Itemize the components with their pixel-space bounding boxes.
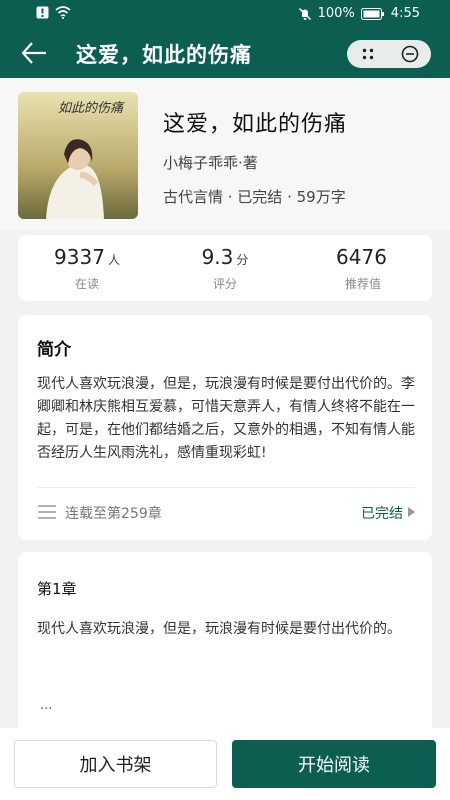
intro-card: 简介 现代人喜欢玩浪漫，但是，玩浪漫有时候是要付出代价的。李卿卿和林庆熊相互爱慕… [18,315,432,540]
add-to-shelf-button[interactable]: 加入书架 [14,740,217,788]
stat-recommend: 6476 推荐值 [294,245,432,292]
list-icon [38,505,56,519]
chapter-preview-card[interactable]: 第1章 现代人喜欢玩浪漫，但是，玩浪漫有时候是要付出代价的。 ... [18,552,432,742]
intro-text: 现代人喜欢玩浪漫，但是，玩浪漫有时候是要付出代价的。李卿卿和林庆熊相互爱慕，可惜… [37,376,415,461]
stat-label: 评分 [212,277,237,291]
notification-icon [36,6,49,19]
status-bar: 100% 4:55 [0,0,450,28]
status-right-icons: 100% 4:55 [298,6,420,21]
chapter-text: 现代人喜欢玩浪漫，但是，玩浪漫有时候是要付出代价的。 [37,621,401,637]
status-time: 4:55 [390,6,420,21]
close-button[interactable] [389,40,431,68]
mini-program-capsule [347,40,431,68]
stat-value: 6476 [336,245,387,269]
more-dots-icon [362,48,374,60]
stat-unit: 人 [107,253,120,267]
start-reading-button[interactable]: 开始阅读 [232,740,436,788]
stat-label: 推荐值 [344,277,381,291]
wifi-icon [55,6,71,19]
stat-unit: 分 [236,253,249,267]
divider [37,487,415,488]
battery-percent: 100% [317,6,355,21]
chapter-ellipsis: ... [40,698,53,713]
cover-title-text: 如此的伤痛 [58,101,125,116]
nav-title: 这爱，如此的伤痛 [76,43,252,67]
intro-heading: 简介 [37,340,71,360]
stat-value: 9337 [54,245,105,269]
back-arrow-icon[interactable] [20,40,48,66]
book-header: 如此的伤痛 这爱，如此的伤痛 小梅子乖乖·著 古代言情 · 已完结 · 59万字 [0,78,450,230]
nav-bar: 这爱，如此的伤痛 [0,28,450,78]
more-button[interactable] [347,40,389,68]
stat-value: 9.3 [201,245,234,269]
close-circle-icon [401,45,419,63]
book-author: 小梅子乖乖·著 [163,154,258,172]
bottom-action-bar: 加入书架 开始阅读 [0,728,450,800]
book-cover[interactable]: 如此的伤痛 [18,92,138,219]
stat-rating: 9.3 分 评分 [156,245,294,292]
battery-icon [360,7,384,20]
book-title: 这爱，如此的伤痛 [163,112,348,137]
serial-progress: 连载至第259章 [65,506,162,522]
stat-readers: 9337 人 在读 [18,245,156,292]
mute-icon [298,7,311,20]
chapter-title: 第1章 [37,580,77,598]
arrow-right-icon [408,507,415,517]
chapter-list-row[interactable]: 连载至第259章 已完结 [37,501,415,525]
stat-label: 在读 [74,277,99,291]
complete-status: 已完结 [361,506,403,522]
book-meta: 古代言情 · 已完结 · 59万字 [163,188,346,206]
page-content: 如此的伤痛 这爱，如此的伤痛 小梅子乖乖·著 古代言情 · 已完结 · 59万字… [0,78,450,742]
status-left-icons [36,6,71,19]
stats-card: 9337 人 在读 9.3 分 评分 6476 推荐值 [18,235,432,301]
